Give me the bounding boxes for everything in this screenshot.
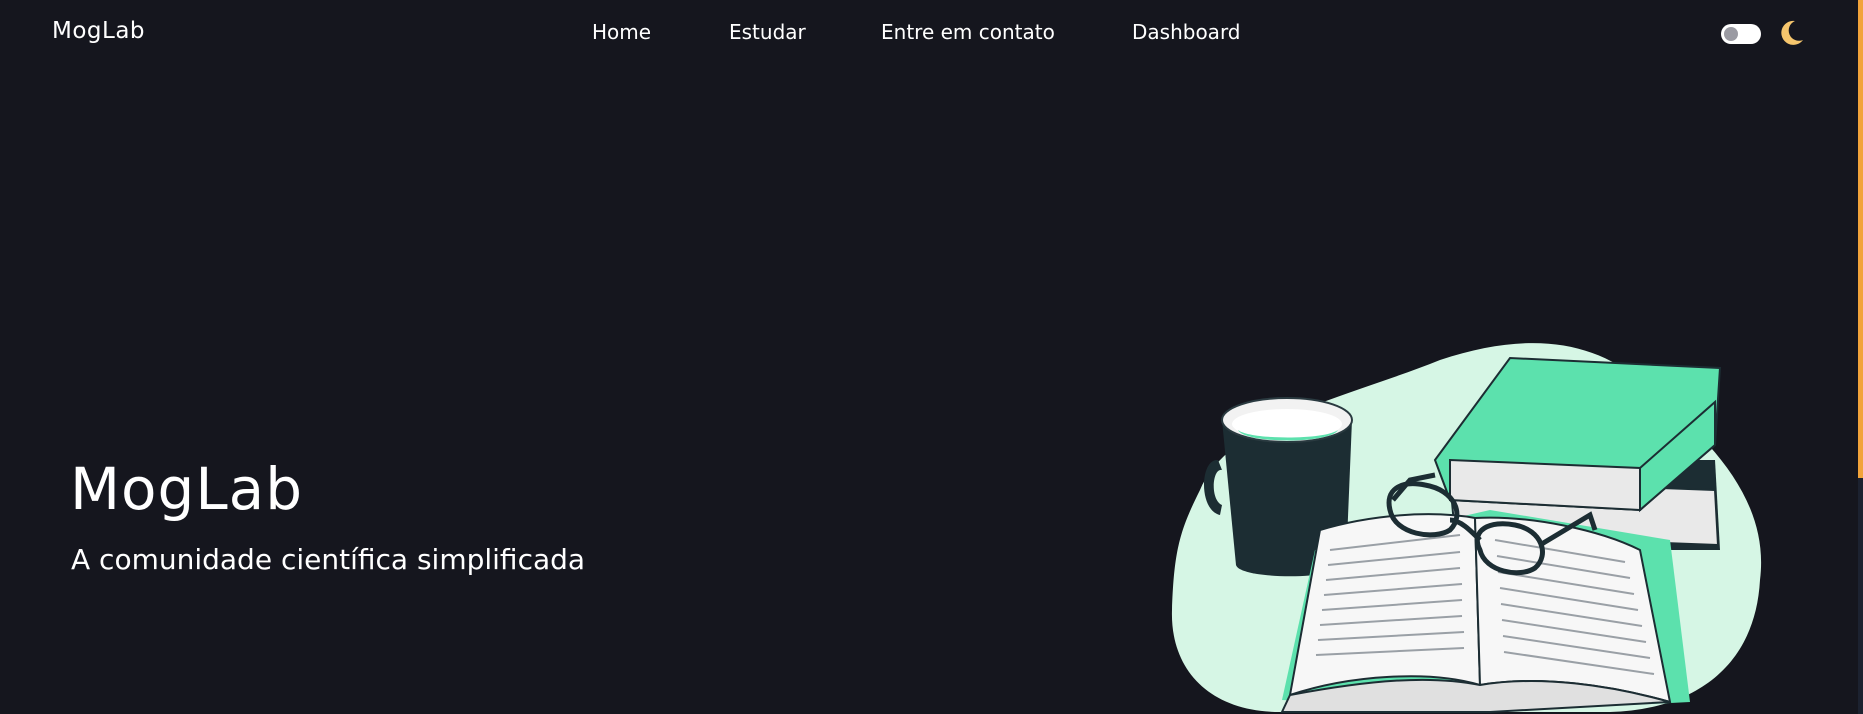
scrollbar-track[interactable]	[1858, 0, 1863, 714]
open-book	[1280, 510, 1690, 713]
nav-link-contact[interactable]: Entre em contato	[881, 20, 1055, 44]
theme-toggle[interactable]	[1721, 24, 1761, 44]
hero-title: MogLab	[70, 455, 304, 523]
page: MogLab Home Estudar Entre em contato Das…	[0, 0, 1863, 714]
hero-subtitle: A comunidade científica simplificada	[71, 543, 586, 576]
nav-link-home[interactable]: Home	[592, 20, 651, 44]
books-mug-glasses-illustration	[1171, 343, 1762, 713]
nav-link-estudar[interactable]: Estudar	[729, 20, 806, 44]
scrollbar-thumb[interactable]	[1858, 0, 1863, 478]
toggle-knob	[1724, 27, 1738, 41]
nav-link-dashboard[interactable]: Dashboard	[1132, 20, 1241, 44]
brand-logo[interactable]: MogLab	[52, 18, 145, 44]
navbar: MogLab Home Estudar Entre em contato Das…	[0, 0, 1863, 66]
moon-icon[interactable]	[1776, 18, 1806, 48]
